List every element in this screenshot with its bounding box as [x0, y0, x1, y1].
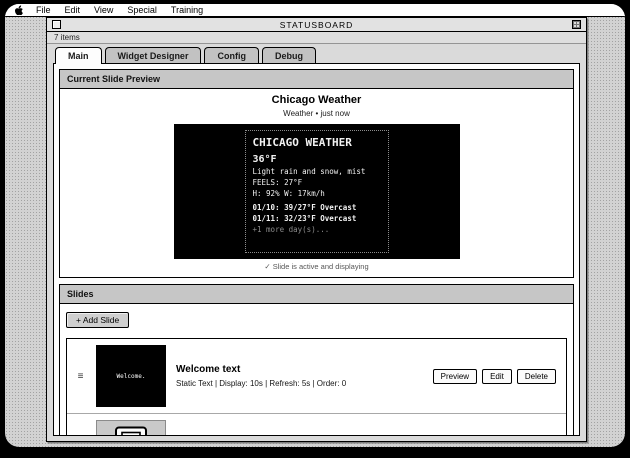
weather-humidity-wind: H: 92% W: 17km/h	[253, 188, 385, 199]
slide-active-status: ✓ Slide is active and displaying	[60, 262, 573, 271]
desktop: File Edit View Special Training STATUSBO…	[5, 4, 625, 447]
slide-title: Welcome text	[176, 364, 423, 375]
tab-config[interactable]: Config	[204, 47, 259, 63]
edit-button[interactable]: Edit	[482, 369, 512, 384]
current-slide-preview-section: Current Slide Preview Chicago Weather We…	[59, 69, 574, 278]
slide-thumbnail-welcome: Welcome.	[96, 345, 166, 407]
slide-meta: Static Text | Display: 10s | Refresh: 5s…	[176, 379, 423, 388]
tab-main[interactable]: Main	[55, 47, 102, 64]
slide-row-mac-man: ≡	[67, 413, 566, 436]
drag-handle-icon[interactable]: ≡	[75, 371, 86, 382]
window-title-bar[interactable]: STATUSBOARD	[47, 18, 586, 32]
weather-temp: 36°F	[253, 154, 385, 165]
preview-slide-title: Chicago Weather	[60, 94, 573, 107]
slide-thumbnail-mac-man	[96, 420, 166, 436]
weather-title: CHICAGO WEATHER	[253, 136, 385, 149]
window-title: STATUSBOARD	[280, 20, 354, 30]
menu-special[interactable]: Special	[120, 4, 164, 16]
preview-button[interactable]: Preview	[433, 369, 477, 384]
menu-view[interactable]: View	[87, 4, 120, 16]
slide-row-welcome-text: ≡ Welcome. Welcome text Static Text | Di…	[67, 339, 566, 413]
slide-info: Welcome text Static Text | Display: 10s …	[176, 364, 423, 388]
weather-forecast-day2: 01/11: 32/23°F Overcast	[253, 213, 385, 224]
menu-bar: File Edit View Special Training	[5, 4, 625, 17]
menu-training[interactable]: Training	[164, 4, 210, 16]
items-count-bar: 7 items	[47, 32, 586, 44]
apple-menu-icon[interactable]	[14, 5, 23, 15]
classic-mac-icon	[113, 426, 149, 437]
slide-actions: Preview Edit Delete	[433, 369, 558, 384]
thumbnail-text: Welcome.	[117, 373, 146, 380]
menu-edit[interactable]: Edit	[58, 4, 88, 16]
slide-list: ≡ Welcome. Welcome text Static Text | Di…	[66, 338, 567, 436]
preview-content: Chicago Weather Weather • just now CHICA…	[60, 89, 573, 277]
weather-preview-display: CHICAGO WEATHER 36°F Light rain and snow…	[174, 124, 460, 259]
tab-widget-designer[interactable]: Widget Designer	[105, 47, 202, 63]
weather-feels: FEELS: 27°F	[253, 177, 385, 188]
weather-widget: CHICAGO WEATHER 36°F Light rain and snow…	[245, 130, 389, 253]
delete-button[interactable]: Delete	[517, 369, 556, 384]
statusboard-window: STATUSBOARD 7 items Main Widget Designer…	[46, 17, 587, 442]
preview-section-header: Current Slide Preview	[60, 70, 573, 89]
slides-content: + Add Slide ≡ Welcome. Welcome text Stat…	[60, 304, 573, 436]
preview-slide-meta: Weather • just now	[60, 109, 573, 118]
slides-section: Slides + Add Slide ≡ Welcome. Welcome te…	[59, 284, 574, 436]
tab-debug[interactable]: Debug	[262, 47, 316, 63]
items-count: 7 items	[54, 33, 80, 42]
tab-strip: Main Widget Designer Config Debug	[47, 44, 586, 63]
menu-file[interactable]: File	[29, 4, 58, 16]
add-slide-button[interactable]: + Add Slide	[66, 312, 129, 328]
slides-section-header: Slides	[60, 285, 573, 304]
close-box-icon[interactable]	[52, 20, 61, 29]
weather-condition: Light rain and snow, mist	[253, 166, 385, 177]
weather-forecast-day1: 01/10: 39/27°F Overcast	[253, 202, 385, 213]
weather-more-days: +1 more day(s)...	[253, 224, 385, 235]
main-tab-panel: Current Slide Preview Chicago Weather We…	[53, 63, 580, 436]
zoom-box-icon[interactable]	[572, 20, 581, 29]
